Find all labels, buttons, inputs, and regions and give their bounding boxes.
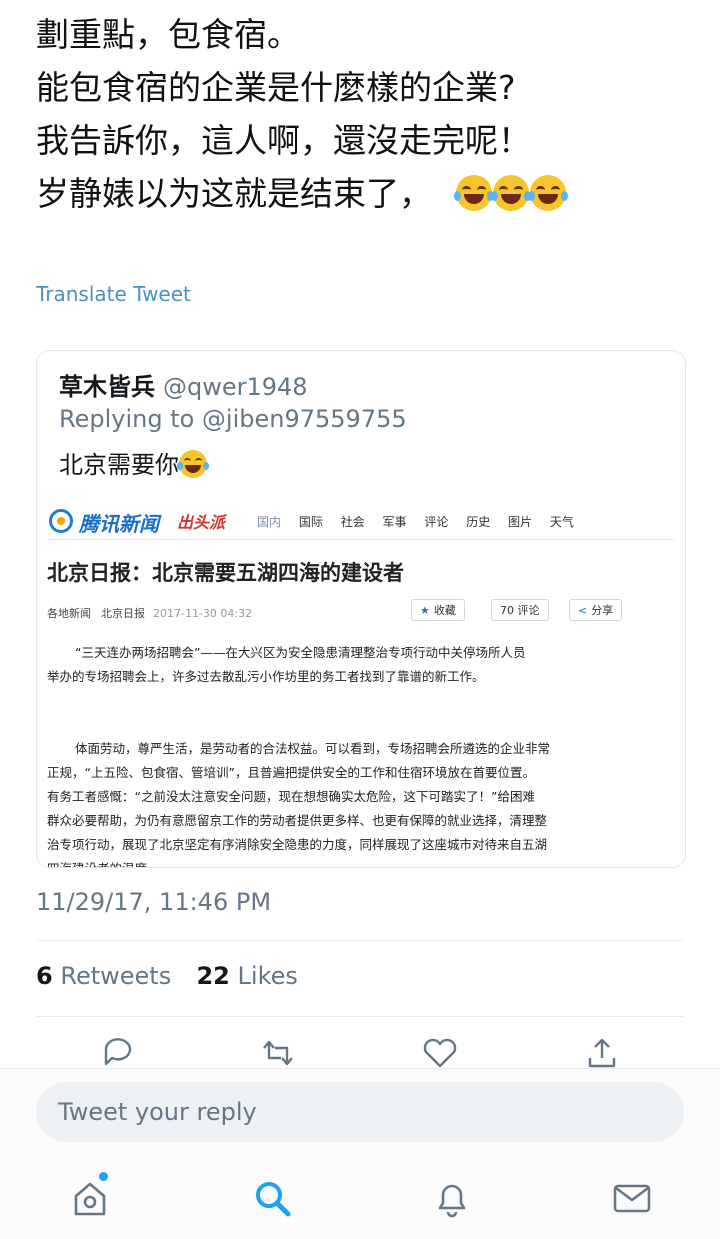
article-source: 北京日报: [101, 607, 145, 620]
article-category: 各地新闻: [47, 607, 91, 620]
nav-item: 历史: [466, 515, 491, 529]
logo-text: 腾讯新闻: [79, 512, 159, 536]
tweet-line: 我告訴你，這人啊，還沒走完呢！: [36, 121, 531, 160]
article-screenshot: 腾讯新闻 出头派 国内 国际 社会 军事 评论 历史 图片 天气 北京日报：北京…: [37, 499, 685, 867]
tencent-news-logo-icon: [49, 509, 73, 533]
article-paragraph: 正规，“上五险、包食宿、管培训”，且普遍把提供安全的工作和住宿环境放在首要位置。: [47, 765, 535, 780]
search-icon[interactable]: [250, 1176, 294, 1220]
share-arrow-icon: <: [578, 604, 588, 617]
retweets-stat[interactable]: 6 Retweets: [36, 962, 171, 990]
article-meta: 各地新闻 北京日报 2017-11-30 04:32: [47, 605, 252, 621]
retweets-count: 6: [36, 962, 53, 990]
comment-label: 70 评论: [500, 604, 540, 617]
divider: [36, 1016, 684, 1017]
nav-item: 社会: [340, 515, 365, 529]
article-paragraph: 体面劳动，尊严生活，是劳动者的合法权益。可以看到，专场招聘会所遴选的企业非常: [75, 741, 551, 756]
notification-dot: [99, 1172, 108, 1181]
notifications-icon[interactable]: [430, 1176, 474, 1220]
tweet-timestamp: 11/29/17, 11:46 PM: [36, 888, 272, 916]
likes-count: 22: [196, 962, 230, 990]
article-nav: 腾讯新闻 出头派 国内 国际 社会 军事 评论 历史 图片 天气: [47, 505, 675, 540]
collect-label: 收藏: [433, 604, 456, 617]
nav-item: 图片: [508, 515, 533, 529]
replying-to: Replying to @jiben97559755: [59, 405, 407, 433]
likes-stat[interactable]: 22 Likes: [196, 962, 297, 990]
article-paragraph: 有务工者感慨：“之前没太注意安全问题，现在想想确实太危险，这下可踏实了！”给困难: [47, 789, 535, 804]
article-paragraph: 举办的专场招聘会上，许多过去散乱污小作坊里的务工者找到了靠谱的新工作。: [47, 669, 485, 684]
messages-icon[interactable]: [610, 1176, 654, 1220]
tweet-text: 劃重點，包食宿。 能包食宿的企業是什麼樣的企業? 我告訴你，這人啊，還沒走完呢！…: [36, 8, 696, 220]
quoted-author-name: 草木皆兵: [59, 373, 155, 401]
tweet-line-text: 岁静婊以为这就是结束了，: [36, 174, 432, 213]
quoted-text: 北京需要你: [59, 451, 179, 479]
article-nav-items: 国内 国际 社会 军事 评论 历史 图片 天气: [257, 513, 588, 530]
quoted-author-handle: @qwer1948: [163, 373, 308, 401]
reply-input[interactable]: Tweet your reply: [36, 1082, 684, 1142]
like-icon[interactable]: [420, 1036, 460, 1070]
translate-tweet-link[interactable]: Translate Tweet: [36, 282, 191, 306]
tears-of-joy-emoji-icon: [528, 175, 568, 211]
star-icon: ★: [420, 604, 430, 617]
retweets-label: Retweets: [60, 962, 172, 990]
article-share-button: < 分享: [569, 599, 623, 621]
home-icon[interactable]: [68, 1176, 112, 1220]
nav-item: 天气: [549, 515, 574, 529]
nav-item: 评论: [424, 515, 449, 529]
share-label: 分享: [591, 604, 614, 617]
article-paragraph: 治专项行动，展现了北京坚定有序消除安全隐患的力度，同样展现了这座城市对待来自五湖: [47, 837, 548, 852]
share-icon[interactable]: [582, 1036, 622, 1070]
article-paragraph: “三天连办两场招聘会”——在大兴区为安全隐患清理整治专项行动中关停场所人员: [75, 645, 526, 660]
article-date: 2017-11-30 04:32: [153, 607, 253, 620]
divider: [36, 940, 684, 941]
tears-of-joy-emoji-icon: [177, 450, 209, 478]
nav-item: 国内: [257, 515, 282, 529]
article-title: 北京日报：北京需要五湖四海的建设者: [47, 561, 404, 585]
tweet-line: 劃重點，包食宿。: [36, 15, 300, 54]
likes-label: Likes: [237, 962, 298, 990]
article-collect-button: ★ 收藏: [411, 599, 465, 621]
tweet-line-emoji: 岁静婊以为这就是结束了，: [36, 167, 696, 220]
reply-icon[interactable]: [98, 1036, 138, 1070]
logo-tag: 出头派: [177, 513, 226, 532]
tears-of-joy-emoji-icon: [491, 175, 531, 211]
nav-item: 国际: [298, 515, 323, 529]
tears-of-joy-emoji-icon: [454, 175, 494, 211]
article-paragraph: 群众必要帮助，为仍有意愿留京工作的劳动者提供更多样、也更有保障的就业选择，清理整: [47, 813, 548, 828]
retweet-icon[interactable]: [258, 1036, 298, 1070]
nav-item: 军事: [382, 515, 407, 529]
quoted-tweet[interactable]: 草木皆兵 @qwer1948 Replying to @jiben97559755…: [36, 350, 686, 868]
tweet-stats: 6 Retweets 22 Likes: [36, 962, 298, 990]
quoted-tweet-text: 北京需要你: [59, 445, 209, 480]
article-comment-button: 70 评论: [491, 599, 549, 621]
quoted-tweet-header: 草木皆兵 @qwer1948: [59, 367, 308, 402]
article-paragraph: 四海建设者的温度。: [47, 857, 667, 867]
tweet-line: 能包食宿的企業是什麼樣的企業?: [36, 68, 516, 107]
